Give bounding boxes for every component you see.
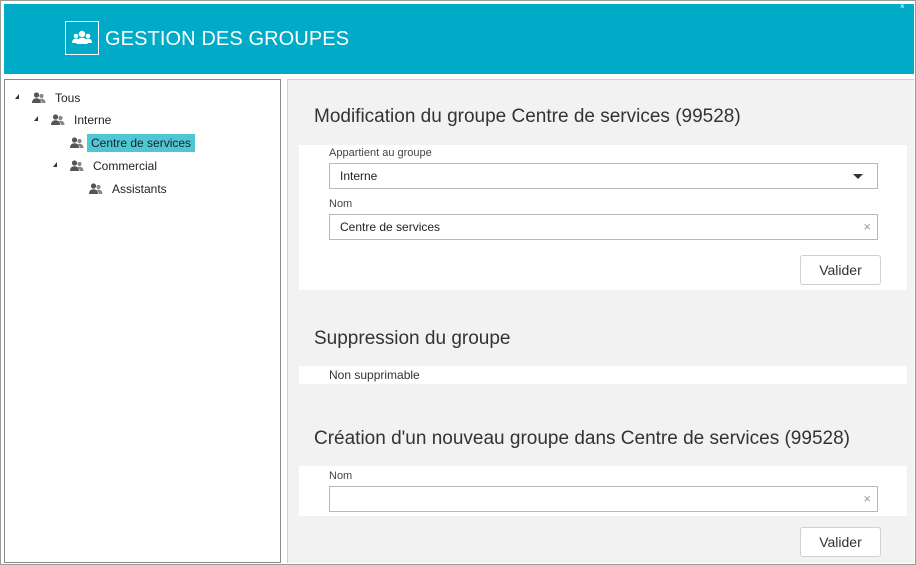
creation-card: Nom × [299,466,907,516]
users-icon [88,182,104,196]
tree-item-commercial[interactable]: Commercial [53,156,161,176]
group-tree: Tous Interne Centre de services Commerci… [4,79,281,563]
content-panel: Modification du groupe Centre de service… [287,79,914,563]
validate-modification-button[interactable]: Valider [800,255,881,285]
parent-group-label: Appartient au groupe [329,147,432,159]
app-window: × GESTION DES GROUPES Tous Interne Centr… [0,0,916,565]
parent-group-select[interactable]: Interne [329,163,878,189]
suppression-title: Suppression du groupe [314,328,511,349]
modification-title: Modification du groupe Centre de service… [314,106,741,127]
chevron-down-icon [853,174,863,179]
tree-item-label: Centre de services [87,134,196,152]
name-label: Nom [329,198,353,210]
new-name-label: Nom [329,470,353,482]
validate-creation-button[interactable]: Valider [800,527,881,557]
group-name-value: Centre de services [340,220,441,234]
group-icon [65,21,99,55]
users-icon [69,136,85,150]
tree-item-label: Commercial [93,159,158,173]
page-title: GESTION DES GROUPES [105,28,350,50]
tree-item-label: Tous [55,91,81,105]
creation-title: Création d'un nouveau groupe dans Centre… [314,428,850,449]
clear-icon[interactable]: × [863,220,871,234]
new-group-name-input[interactable]: × [329,486,878,512]
tree-item-centre-de-services[interactable]: Centre de services [69,133,196,153]
users-icon [50,113,66,127]
suppression-card: Non supprimable [299,366,907,384]
clear-icon[interactable]: × [863,492,871,506]
collapse-toggle-icon[interactable] [34,116,38,121]
tree-item-tous[interactable]: Tous [15,88,84,108]
parent-group-value: Interne [340,169,378,183]
collapse-toggle-icon[interactable] [15,94,19,99]
tree-item-assistants[interactable]: Assistants [88,179,171,199]
group-name-input[interactable]: Centre de services × [329,214,878,240]
users-icon [69,159,85,173]
modification-card: Appartient au groupe Interne Nom Centre … [299,145,907,290]
suppression-status: Non supprimable [329,368,420,382]
collapse-toggle-icon[interactable] [53,162,57,167]
tree-item-label: Assistants [112,182,167,196]
tree-item-label: Interne [74,113,112,127]
app-header: × GESTION DES GROUPES [4,3,914,74]
tree-item-interne[interactable]: Interne [34,110,115,130]
close-icon[interactable]: × [900,3,908,11]
users-icon [31,91,47,105]
